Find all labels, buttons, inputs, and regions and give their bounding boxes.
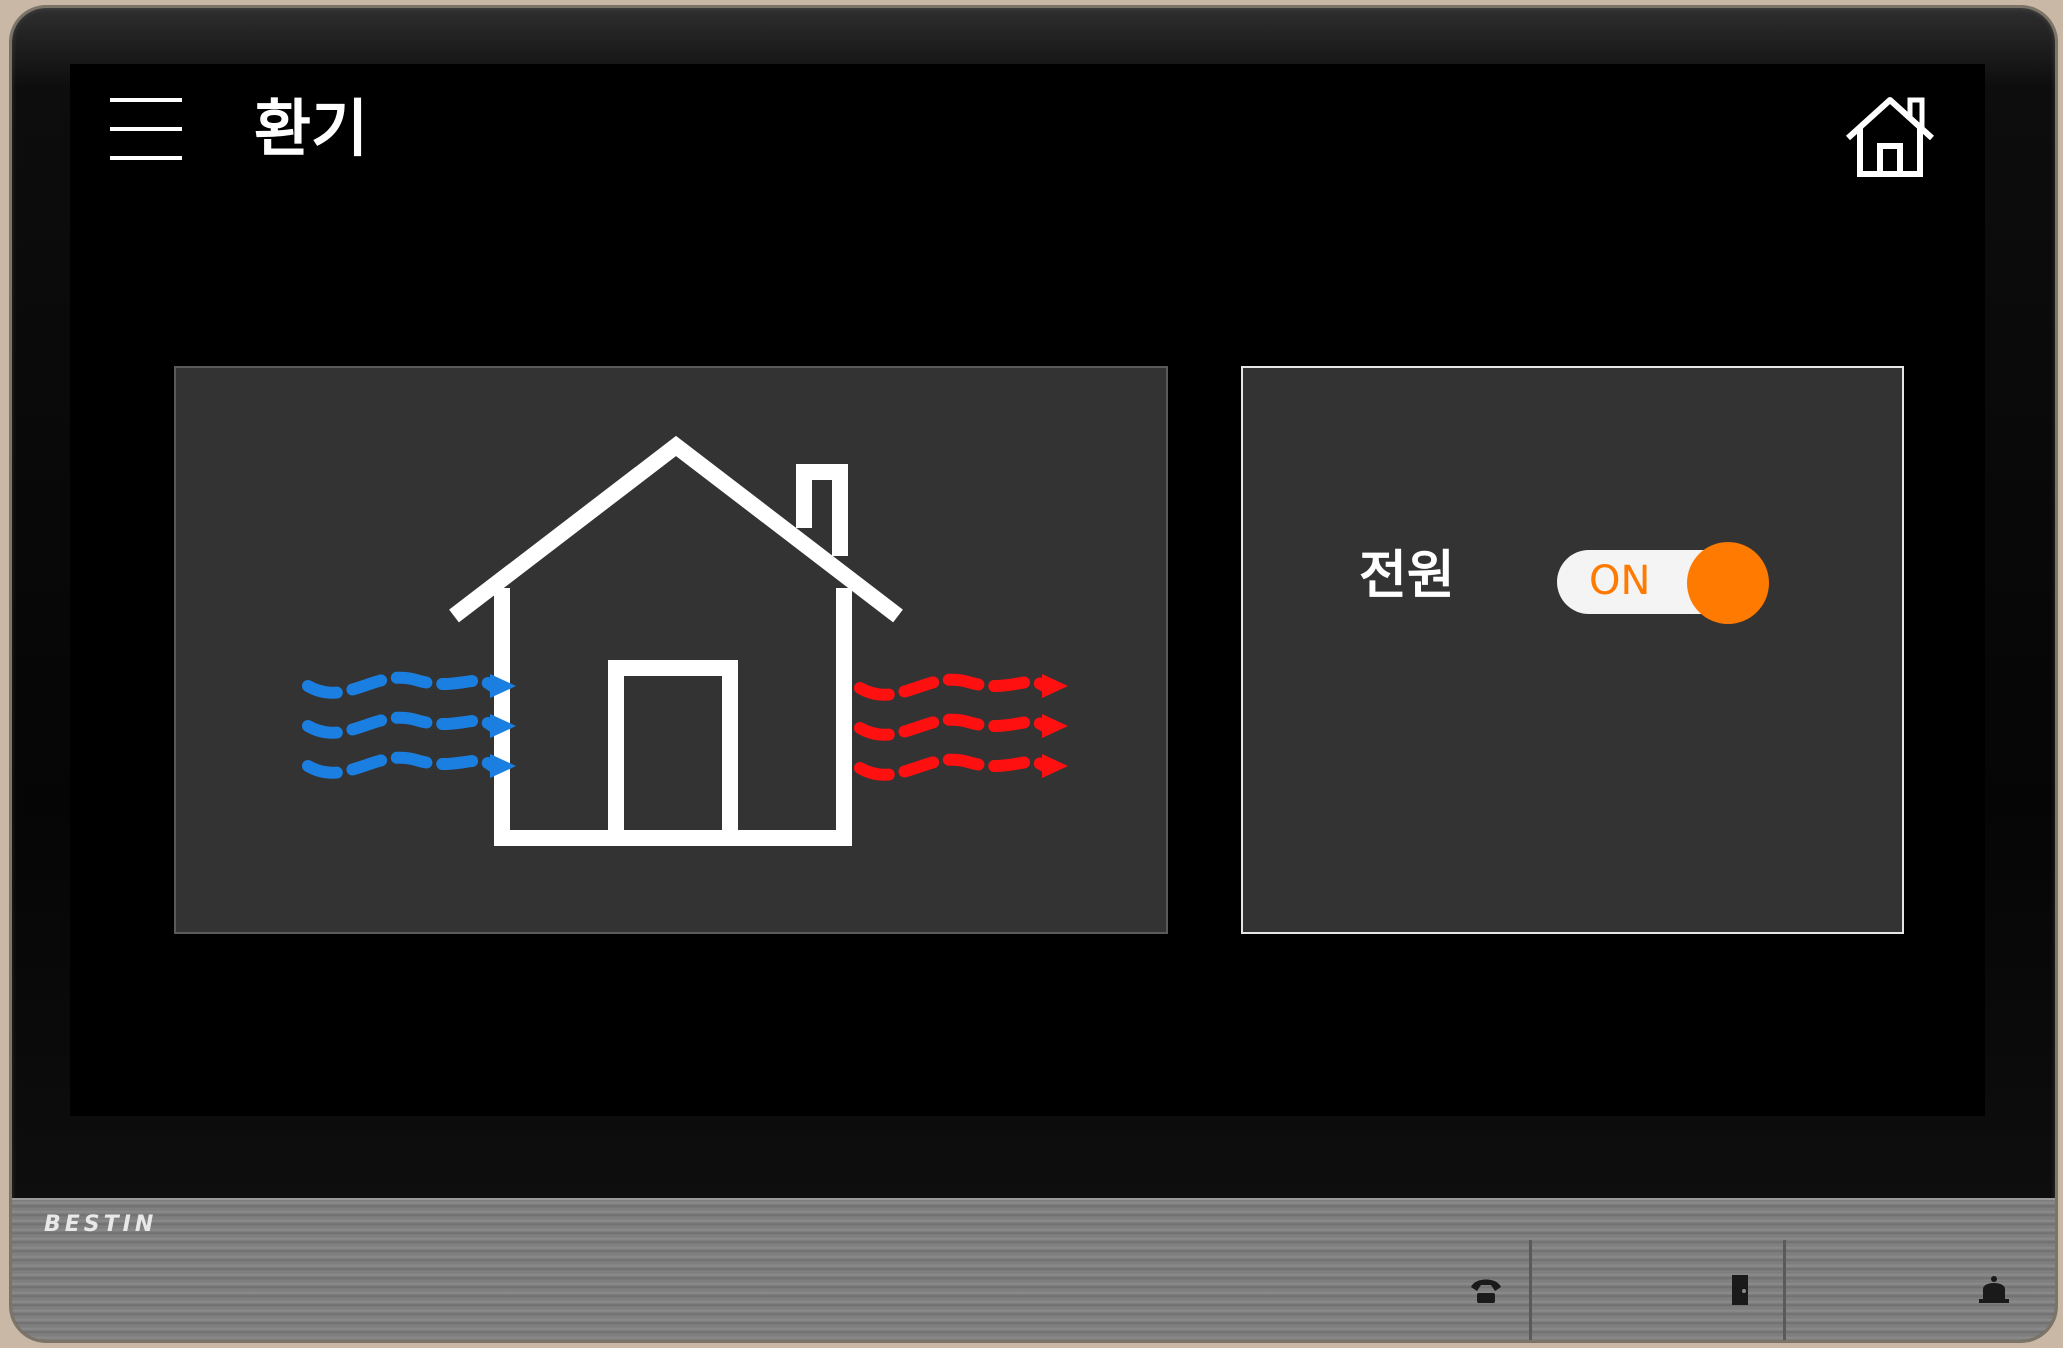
power-label: 전원	[1359, 546, 1455, 606]
home-icon	[1845, 97, 1935, 177]
door-hardware-button[interactable]	[1529, 1240, 1783, 1340]
bell-hardware-button[interactable]	[1783, 1240, 2037, 1340]
wallpad-device: 환기 전원 ON BESTIN	[12, 8, 2055, 1340]
toggle-knob	[1687, 542, 1769, 624]
brand-logo: BESTIN	[44, 1212, 158, 1237]
ventilation-house-icon	[302, 435, 1068, 846]
home-button[interactable]	[1842, 94, 1938, 180]
phone-hardware-button[interactable]	[1275, 1240, 1529, 1340]
page-title: 환기	[254, 92, 369, 165]
ventilation-illustration-card	[174, 366, 1168, 934]
toggle-state-text: ON	[1589, 558, 1651, 604]
power-card: 전원 ON	[1241, 366, 1904, 934]
bell-icon	[1979, 1276, 2009, 1303]
exhaust-airflow-icon	[854, 673, 1050, 781]
device-bezel: BESTIN	[12, 1198, 2055, 1340]
phone-icon	[1471, 1279, 1501, 1303]
intake-airflow-icon	[302, 671, 498, 779]
door-icon	[1732, 1275, 1748, 1305]
screen: 환기 전원 ON	[70, 64, 1985, 1116]
menu-button[interactable]	[110, 98, 182, 160]
power-toggle[interactable]: ON	[1557, 542, 1771, 624]
